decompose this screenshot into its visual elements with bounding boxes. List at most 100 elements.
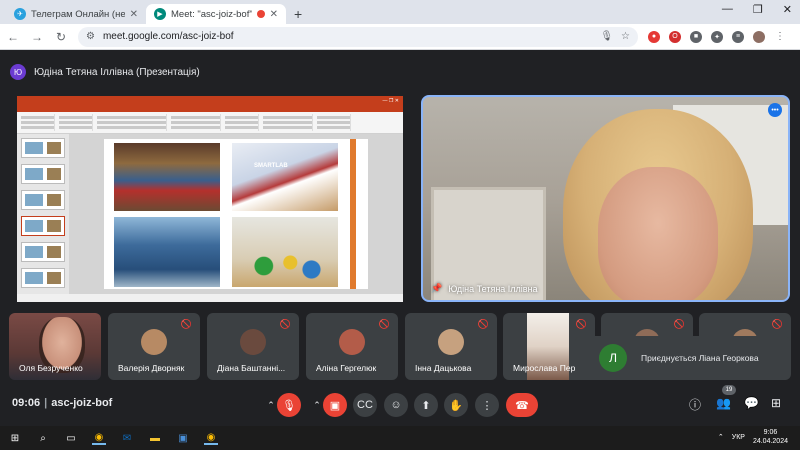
tab-close-icon[interactable]: ✕	[130, 9, 138, 20]
participant-tile[interactable]: Оля Безрученко	[9, 313, 101, 380]
outlook-icon[interactable]: ✉	[120, 431, 134, 445]
system-tray: ⌃ УКР 9:06 24.04.2024	[718, 428, 788, 446]
opera-extension-icon[interactable]: O	[669, 30, 681, 43]
meeting-time: 09:06	[12, 397, 41, 409]
slide-photo-smartlab	[232, 143, 338, 211]
url-text: meet.google.com/asc-joiz-bof	[102, 31, 234, 42]
windows-start-icon[interactable]: ⊞	[8, 431, 22, 445]
participant-tile[interactable]: 🚫 Інна Дацькова	[405, 313, 497, 380]
windows-taskbar: ⊞ ⌕ ▭ ◉ ✉ ▬ ▣ ◉ ⌃ УКР 9:06 24.04.2024	[0, 426, 800, 450]
camera-extension-icon[interactable]: ■	[690, 30, 702, 43]
reading-list-icon[interactable]: ≡	[732, 30, 744, 43]
browser-menu-icon[interactable]: ⋮	[774, 31, 786, 43]
powerpoint-workspace: SMARTLAB	[17, 134, 403, 294]
extensions-puzzle-icon[interactable]: ✦	[711, 30, 723, 43]
recording-icon	[256, 10, 265, 18]
participant-name: Оля Безрученко	[19, 363, 83, 373]
language-indicator[interactable]: УКР	[732, 434, 745, 441]
slide-thumbnail	[21, 164, 65, 184]
powerpoint-ribbon	[17, 112, 403, 134]
camera-off-button[interactable]: ▣	[323, 393, 347, 417]
site-info-icon[interactable]: ⚙	[86, 31, 95, 42]
chat-icon[interactable]: 💬	[744, 396, 759, 410]
slide-thumbnail	[21, 242, 65, 262]
muted-mic-icon: 🚫	[378, 319, 390, 329]
reload-icon[interactable]: ↻	[54, 30, 68, 44]
speaker-face	[598, 167, 718, 300]
minimize-icon[interactable]: —	[722, 3, 733, 16]
close-window-icon[interactable]: ✕	[783, 3, 792, 16]
participant-avatar	[240, 329, 266, 355]
pin-icon[interactable]: 📌	[431, 283, 442, 294]
mic-icon[interactable]: 🎙	[600, 31, 613, 42]
participant-tile[interactable]: 🚫 Діана Баштанні...	[207, 313, 299, 380]
muted-mic-icon: 🚫	[673, 319, 685, 329]
presenter-label: Юдіна Тетяна Іллівна (Презентація)	[34, 66, 200, 78]
bookmark-star-icon[interactable]: ☆	[621, 31, 630, 42]
muted-mic-icon: 🚫	[575, 319, 587, 329]
tab-meet[interactable]: ▶ Meet: "asc-joiz-bof" ✕	[146, 4, 286, 24]
telegram-icon: ✈	[14, 8, 26, 20]
participant-name: Мирослава Пер	[513, 363, 576, 373]
muted-mic-icon: 🚫	[477, 319, 489, 329]
muted-mic-icon: 🚫	[279, 319, 291, 329]
slide-smartlab-text: SMARTLAB	[254, 163, 288, 169]
leave-call-button[interactable]: ☎	[506, 393, 538, 417]
tray-chevron-icon[interactable]: ⌃	[718, 433, 724, 441]
window-controls: — ❐ ✕	[722, 3, 792, 16]
participant-name: Діана Баштанні...	[217, 363, 286, 373]
slide-canvas: SMARTLAB	[69, 134, 403, 294]
remote-desktop-icon[interactable]: ▣	[176, 431, 190, 445]
presenter-avatar: Ю	[10, 64, 26, 80]
powerpoint-statusbar	[17, 294, 403, 302]
presenter-chip: Ю Юдіна Тетяна Іллівна (Презентація)	[10, 60, 200, 84]
presentation-tile[interactable]: — ❐ ✕ SMARTLAB	[17, 96, 403, 302]
chrome-icon[interactable]: ◉	[92, 431, 106, 445]
back-icon[interactable]: ←	[6, 30, 20, 44]
captions-button[interactable]: CC	[353, 393, 377, 417]
tab-telegram[interactable]: ✈ Телеграм Онлайн (неофіційн ✕	[6, 4, 146, 24]
task-view-icon[interactable]: ▭	[64, 431, 78, 445]
chrome-window-icon[interactable]: ◉	[204, 431, 218, 445]
powerpoint-titlebar: — ❐ ✕	[17, 96, 403, 106]
forward-icon[interactable]: →	[30, 30, 44, 44]
speaker-name: Юдіна Тетяна Іллівна	[448, 283, 538, 294]
participant-tile[interactable]: 🚫 Валерія Дворняк	[108, 313, 200, 380]
speaker-name-label: 📌 Юдіна Тетяна Іллівна	[431, 283, 538, 294]
new-tab-button[interactable]: +	[286, 4, 310, 24]
mic-off-button[interactable]: 🎙	[277, 393, 301, 417]
speaking-indicator-icon: •••	[768, 103, 782, 117]
slide-photo-library	[114, 143, 220, 211]
profile-avatar-icon[interactable]	[753, 30, 765, 43]
activities-icon[interactable]: ⊞	[771, 396, 781, 410]
slide-thumbnails	[17, 134, 69, 294]
participant-name: Інна Дацькова	[415, 363, 472, 373]
emoji-reactions-button[interactable]: ☺	[384, 393, 408, 417]
participant-name: Валерія Дворняк	[118, 363, 185, 373]
present-screen-button[interactable]: ⬆	[414, 393, 438, 417]
clock-date: 24.04.2024	[752, 438, 788, 445]
clock[interactable]: 9:06 24.04.2024	[753, 428, 788, 446]
slide-thumbnail	[21, 268, 65, 288]
tab-close-icon[interactable]: ✕	[270, 9, 278, 20]
meeting-details-icon[interactable]: ⓘ	[689, 396, 701, 413]
participant-avatar	[141, 329, 167, 355]
maximize-icon[interactable]: ❐	[753, 3, 763, 16]
omnibox[interactable]: ⚙ meet.google.com/asc-joiz-bof 🎙 ☆	[78, 26, 638, 47]
slide-thumbnail	[21, 190, 65, 210]
active-speaker-tile[interactable]: ••• 📌 Юдіна Тетяна Іллівна	[421, 95, 790, 302]
adblock-extension-icon[interactable]: ●	[648, 30, 660, 43]
file-explorer-icon[interactable]: ▬	[148, 431, 162, 445]
search-icon[interactable]: ⌕	[36, 431, 50, 445]
meeting-controls: 09:06 | asc-joiz-bof ⌃ 🎙 ⌃ ▣ CC ☺ ⬆ ✋ ⋮ ☎ …	[0, 388, 800, 426]
participant-name: Аліна Гергелюк	[316, 363, 377, 373]
meeting-info: 09:06 | asc-joiz-bof	[12, 397, 112, 409]
slide-photo-computer-class	[114, 217, 220, 287]
slide-accent-bar	[350, 139, 356, 289]
people-icon[interactable]: 👥	[716, 396, 731, 410]
participant-tile[interactable]: 🚫 Аліна Гергелюк	[306, 313, 398, 380]
browser-tab-bar: ✈ Телеграм Онлайн (неофіційн ✕ ▶ Meet: "…	[0, 0, 800, 24]
raise-hand-button[interactable]: ✋	[444, 393, 468, 417]
slide-photo-lounge	[232, 217, 338, 287]
more-options-button[interactable]: ⋮	[475, 393, 499, 417]
